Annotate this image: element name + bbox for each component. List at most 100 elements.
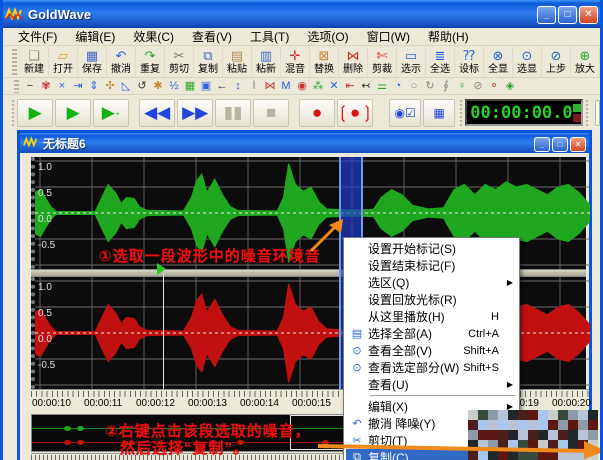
minimize-button[interactable]: _ — [537, 6, 556, 24]
stop-button[interactable]: ■ — [253, 99, 289, 127]
effect-tool-icon-28[interactable]: ♀ — [454, 79, 470, 94]
close-button[interactable]: ✕ — [579, 6, 598, 24]
effect-tool-icon-4[interactable]: ⇥ — [70, 79, 86, 94]
amplitude-label: 0.0 — [38, 214, 52, 225]
effect-tool-icon-3[interactable]: × — [54, 79, 70, 94]
effect-tool-icon-25[interactable]: ○ — [406, 79, 422, 94]
new-button[interactable]: ❏新建 — [20, 47, 49, 77]
toolbar-button-label: 剪裁 — [372, 64, 392, 75]
effect-tool-icon-10[interactable]: ½ — [166, 79, 182, 94]
context-menu-item-8[interactable]: 查看(U)▶ — [346, 376, 517, 393]
play-selection-button[interactable]: ▶ — [55, 99, 91, 127]
effect-tool-icon-26[interactable]: ↻ — [422, 79, 438, 94]
rewind-button[interactable]: ◀◀ — [139, 99, 175, 127]
context-menu-item-7[interactable]: ⊙查看选定部分(W)Shift+S — [346, 359, 517, 376]
mosaic-tile — [488, 410, 498, 420]
context-menu-item-0[interactable]: 设置开始标记(S) — [346, 240, 517, 257]
effect-tool-icon-6[interactable]: ✣ — [102, 79, 118, 94]
effect-tool-icon-7[interactable]: ◺ — [118, 79, 134, 94]
cut-button[interactable]: ✂剪切 — [165, 47, 194, 77]
minimize-button[interactable]: _ — [534, 137, 550, 152]
set-marker-button[interactable]: ⁇设标 — [455, 47, 484, 77]
effect-tool-icon-18[interactable]: ◉ — [294, 79, 310, 94]
menubar-item-0[interactable]: 文件(F) — [9, 27, 66, 46]
paste-new-button[interactable]: ▥粘新 — [252, 47, 281, 77]
menubar-item-5[interactable]: 选项(O) — [298, 27, 357, 46]
replace-button[interactable]: ⊠替换 — [310, 47, 339, 77]
select-all-button[interactable]: ≣全选 — [426, 47, 455, 77]
menubar-item-3[interactable]: 查看(V) — [183, 27, 241, 46]
effect-tool-icon-30[interactable]: ⚬ — [486, 79, 502, 94]
mix-button[interactable]: ✛混音 — [281, 47, 310, 77]
effect-tool-icon-2[interactable]: ✾ — [38, 79, 54, 94]
effect-tool-icon-27[interactable]: ∮ — [438, 79, 454, 94]
context-menu-item-1[interactable]: 设置结束标记(F) — [346, 257, 517, 274]
record-button[interactable]: ● — [299, 99, 335, 127]
effect-tool-icon-14[interactable]: ↕ — [230, 79, 246, 94]
effect-tool-icon-20[interactable]: ✕ — [326, 79, 342, 94]
context-menu-item-2[interactable]: 选区(Q)▶ — [346, 274, 517, 291]
toolbar-grip[interactable] — [12, 49, 17, 75]
copy-button[interactable]: ⧉复制 — [194, 47, 223, 77]
redo-button[interactable]: ↷重复 — [136, 47, 165, 77]
show-selected-button[interactable]: ⊙选显 — [513, 47, 542, 77]
context-menu-item-4[interactable]: 从这里播放(H)H — [346, 308, 517, 325]
paste-button[interactable]: ▤粘贴 — [223, 47, 252, 77]
trim-button[interactable]: ✄剪裁 — [368, 47, 397, 77]
maximize-button[interactable]: □ — [552, 137, 568, 152]
speed-slider[interactable] — [595, 100, 600, 126]
play-from-marker-button[interactable]: ▶· — [93, 99, 129, 127]
effect-tool-icon-8[interactable]: ↺ — [134, 79, 150, 94]
goldwave-main-window: GoldWave _□✕ 文件(F)编辑(E)效果(C)查看(V)工具(T)选项… — [0, 0, 603, 460]
record-selection-button[interactable]: ❲●❳ — [337, 99, 373, 127]
context-menu-item-5[interactable]: ▤选择全部(A)Ctrl+A — [346, 325, 517, 342]
effect-tool-icon-21[interactable]: ⇤ — [342, 79, 358, 94]
effect-tool-icon-5[interactable]: ⇕ — [86, 79, 102, 94]
context-menu-item-3[interactable]: 设置回放光标(R) — [346, 291, 517, 308]
effect-tool-icon-11[interactable]: ▦ — [182, 79, 198, 94]
menubar-item-6[interactable]: 窗口(W) — [358, 27, 419, 46]
effect-tool-icon-29[interactable]: ⊘ — [470, 79, 486, 94]
time-label: 00:00:20 — [552, 398, 591, 409]
delete-button[interactable]: ⋈删除 — [339, 47, 368, 77]
effect-tool-icon-15[interactable]: ⦚ — [246, 79, 262, 94]
menubar-item-1[interactable]: 编辑(E) — [66, 27, 124, 46]
show-selection-button[interactable]: ▭选示 — [397, 47, 426, 77]
effect-tool-icon-13[interactable]: ← — [214, 79, 230, 94]
toolbar-grip[interactable] — [12, 100, 14, 126]
time-display: 00:00:00.0 — [465, 99, 583, 126]
play-button[interactable]: ▶ — [17, 99, 53, 127]
undo-button[interactable]: ↶撤消 — [107, 47, 136, 77]
menubar-item-2[interactable]: 效果(C) — [124, 27, 183, 46]
window-title: GoldWave — [28, 7, 535, 22]
save-button[interactable]: ▦保存 — [78, 47, 107, 77]
effect-tool-icon-12[interactable]: ▣ — [198, 79, 214, 94]
effect-tool-icon-17[interactable]: M — [278, 79, 294, 94]
effect-tool-icon-1[interactable]: − — [22, 79, 38, 94]
zoom-in-button[interactable]: ⊕放大 — [571, 47, 600, 77]
menu-item-shortcut: Shift+A — [463, 345, 513, 357]
properties-button[interactable]: ▦ — [423, 99, 455, 127]
fast-forward-button[interactable]: ▶▶ — [177, 99, 213, 127]
open-button[interactable]: ▱打开 — [49, 47, 78, 77]
menubar-item-7[interactable]: 帮助(H) — [419, 27, 478, 46]
effect-tool-icon-22[interactable]: ↢ — [358, 79, 374, 94]
previous-zoom-button[interactable]: ⊘上步 — [542, 47, 571, 77]
effect-tool-icon-9[interactable]: ✱ — [150, 79, 166, 94]
pause-button[interactable]: ▮▮ — [215, 99, 251, 127]
effect-tool-icon-24[interactable]: ◔ — [390, 79, 406, 94]
toolbar-grip[interactable] — [586, 100, 588, 126]
effect-tool-icon-16[interactable]: ⋈ — [262, 79, 278, 94]
context-menu-item-6[interactable]: ⊙查看全部(V)Shift+A — [346, 342, 517, 359]
close-button[interactable]: ✕ — [570, 137, 586, 152]
toolbar-grip[interactable] — [460, 100, 462, 126]
menubar-item-4[interactable]: 工具(T) — [241, 27, 298, 46]
effect-tool-icon-19[interactable]: ⁂ — [310, 79, 326, 94]
show-all-button[interactable]: ⊗全显 — [484, 47, 513, 77]
effect-tool-icon-31[interactable]: ◈ — [502, 79, 518, 94]
document-titlebar[interactable]: 无标题6 _□✕ — [20, 133, 589, 153]
monitor-button[interactable]: ◉☑ — [389, 99, 421, 127]
maximize-button[interactable]: □ — [558, 6, 577, 24]
effect-tool-icon-23[interactable]: ⚌ — [374, 79, 390, 94]
toolbar-grip[interactable] — [14, 80, 19, 93]
